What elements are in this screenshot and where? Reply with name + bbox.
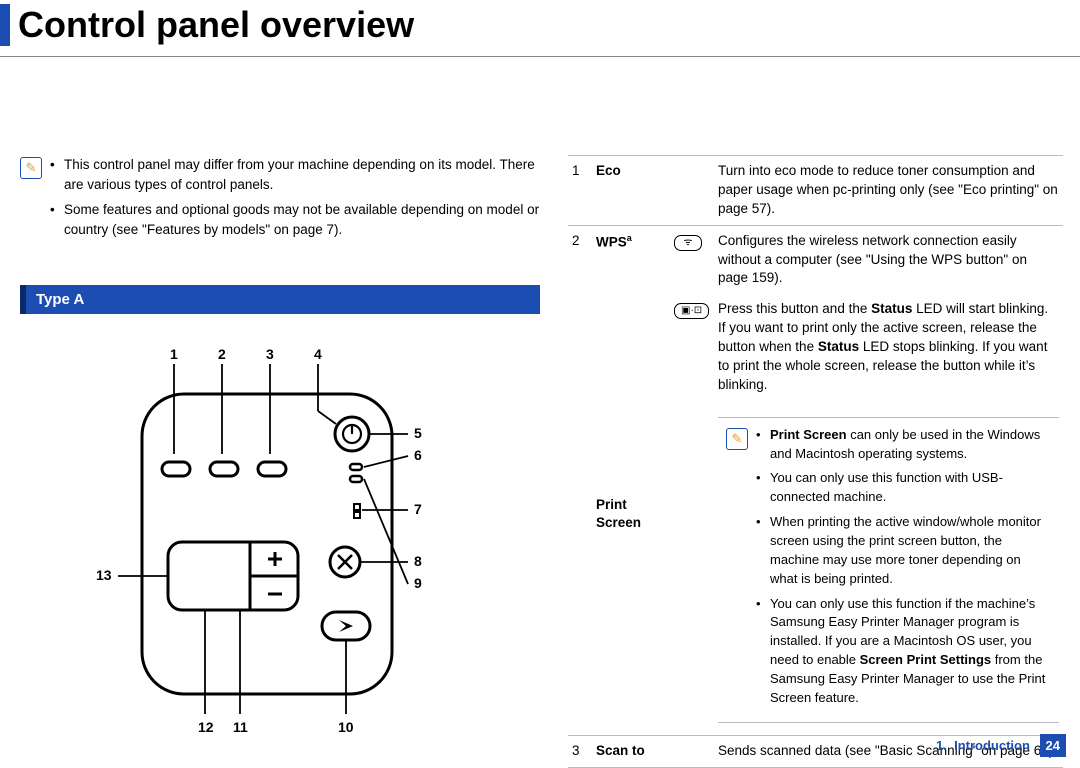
callout-5: 5: [414, 425, 422, 441]
row-num: 2: [568, 225, 592, 735]
callout-10: 10: [338, 719, 354, 735]
callout-4: 4: [314, 346, 322, 362]
print-screen-notes: ✎ Print Screen can only be used in the W…: [714, 401, 1063, 735]
feature-table: 1 Eco Turn into eco mode to reduce toner…: [568, 155, 1063, 768]
intro-note-item: This control panel may differ from your …: [50, 155, 540, 194]
title-underline: [0, 56, 1080, 57]
intro-note-item: Some features and optional goods may not…: [50, 200, 540, 239]
footer-chapter: 1.: [936, 738, 947, 753]
row-icon: ᯤ: [670, 225, 714, 294]
note-icon: ✎: [20, 157, 42, 179]
row-icon: ▣·⊡: [670, 294, 714, 400]
callout-9: 9: [414, 575, 422, 591]
ps-note-item: Print Screen can only be used in the Win…: [756, 426, 1051, 464]
callout-11: 11: [233, 719, 248, 735]
table-row: Print Screen ▣·⊡ Press this button and t…: [568, 294, 1063, 400]
row-desc: Turn into eco mode to reduce toner consu…: [714, 156, 1063, 226]
control-panel-diagram: 1 2 3 4: [20, 344, 540, 744]
row-desc: Configures the wireless network connecti…: [714, 225, 1063, 294]
callout-8: 8: [414, 553, 422, 569]
row-name: Eco: [592, 156, 670, 226]
callout-13: 13: [96, 567, 112, 583]
table-row: 2 WPSa ᯤ Configures the wireless network…: [568, 225, 1063, 294]
callout-2: 2: [218, 346, 226, 362]
row-num: 1: [568, 156, 592, 226]
ps-note-item: When printing the active window/whole mo…: [756, 513, 1051, 588]
intro-note-list: This control panel may differ from your …: [50, 155, 540, 245]
callout-7: 7: [414, 501, 422, 517]
title-bar: Control panel overview: [0, 0, 1080, 65]
wps-icon: ᯤ: [674, 235, 702, 251]
pencil-icon: ✎: [732, 430, 743, 448]
row-name: WPSa: [592, 225, 670, 294]
footer-label: Introduction: [954, 738, 1030, 753]
row-name: Scan to: [592, 735, 670, 767]
page-title: Control panel overview: [0, 0, 1080, 46]
row-icon: [670, 156, 714, 226]
page-footer: 1. Introduction 24: [936, 734, 1066, 757]
section-heading-type-a: Type A: [20, 285, 540, 314]
ps-note-item: You can only use this function with USB-…: [756, 469, 1051, 507]
title-accent: [0, 4, 10, 46]
ps-note-item: You can only use this function if the ma…: [756, 595, 1051, 708]
row-num: 3: [568, 735, 592, 767]
footer-page: 24: [1040, 734, 1066, 757]
intro-note: ✎ This control panel may differ from you…: [20, 155, 540, 245]
row-desc-text: Press this button and the Status LED wil…: [718, 301, 1048, 392]
row-icon: [670, 735, 714, 767]
pencil-icon: ✎: [26, 160, 37, 176]
callout-3: 3: [266, 346, 274, 362]
note-icon: ✎: [726, 428, 748, 450]
callout-1: 1: [170, 346, 178, 362]
callout-6: 6: [414, 447, 422, 463]
row-desc: Press this button and the Status LED wil…: [714, 294, 1063, 400]
callout-12: 12: [198, 719, 214, 735]
printscreen-icon: ▣·⊡: [674, 303, 709, 319]
table-row: 1 Eco Turn into eco mode to reduce toner…: [568, 156, 1063, 226]
row-name: Print Screen: [592, 294, 670, 735]
